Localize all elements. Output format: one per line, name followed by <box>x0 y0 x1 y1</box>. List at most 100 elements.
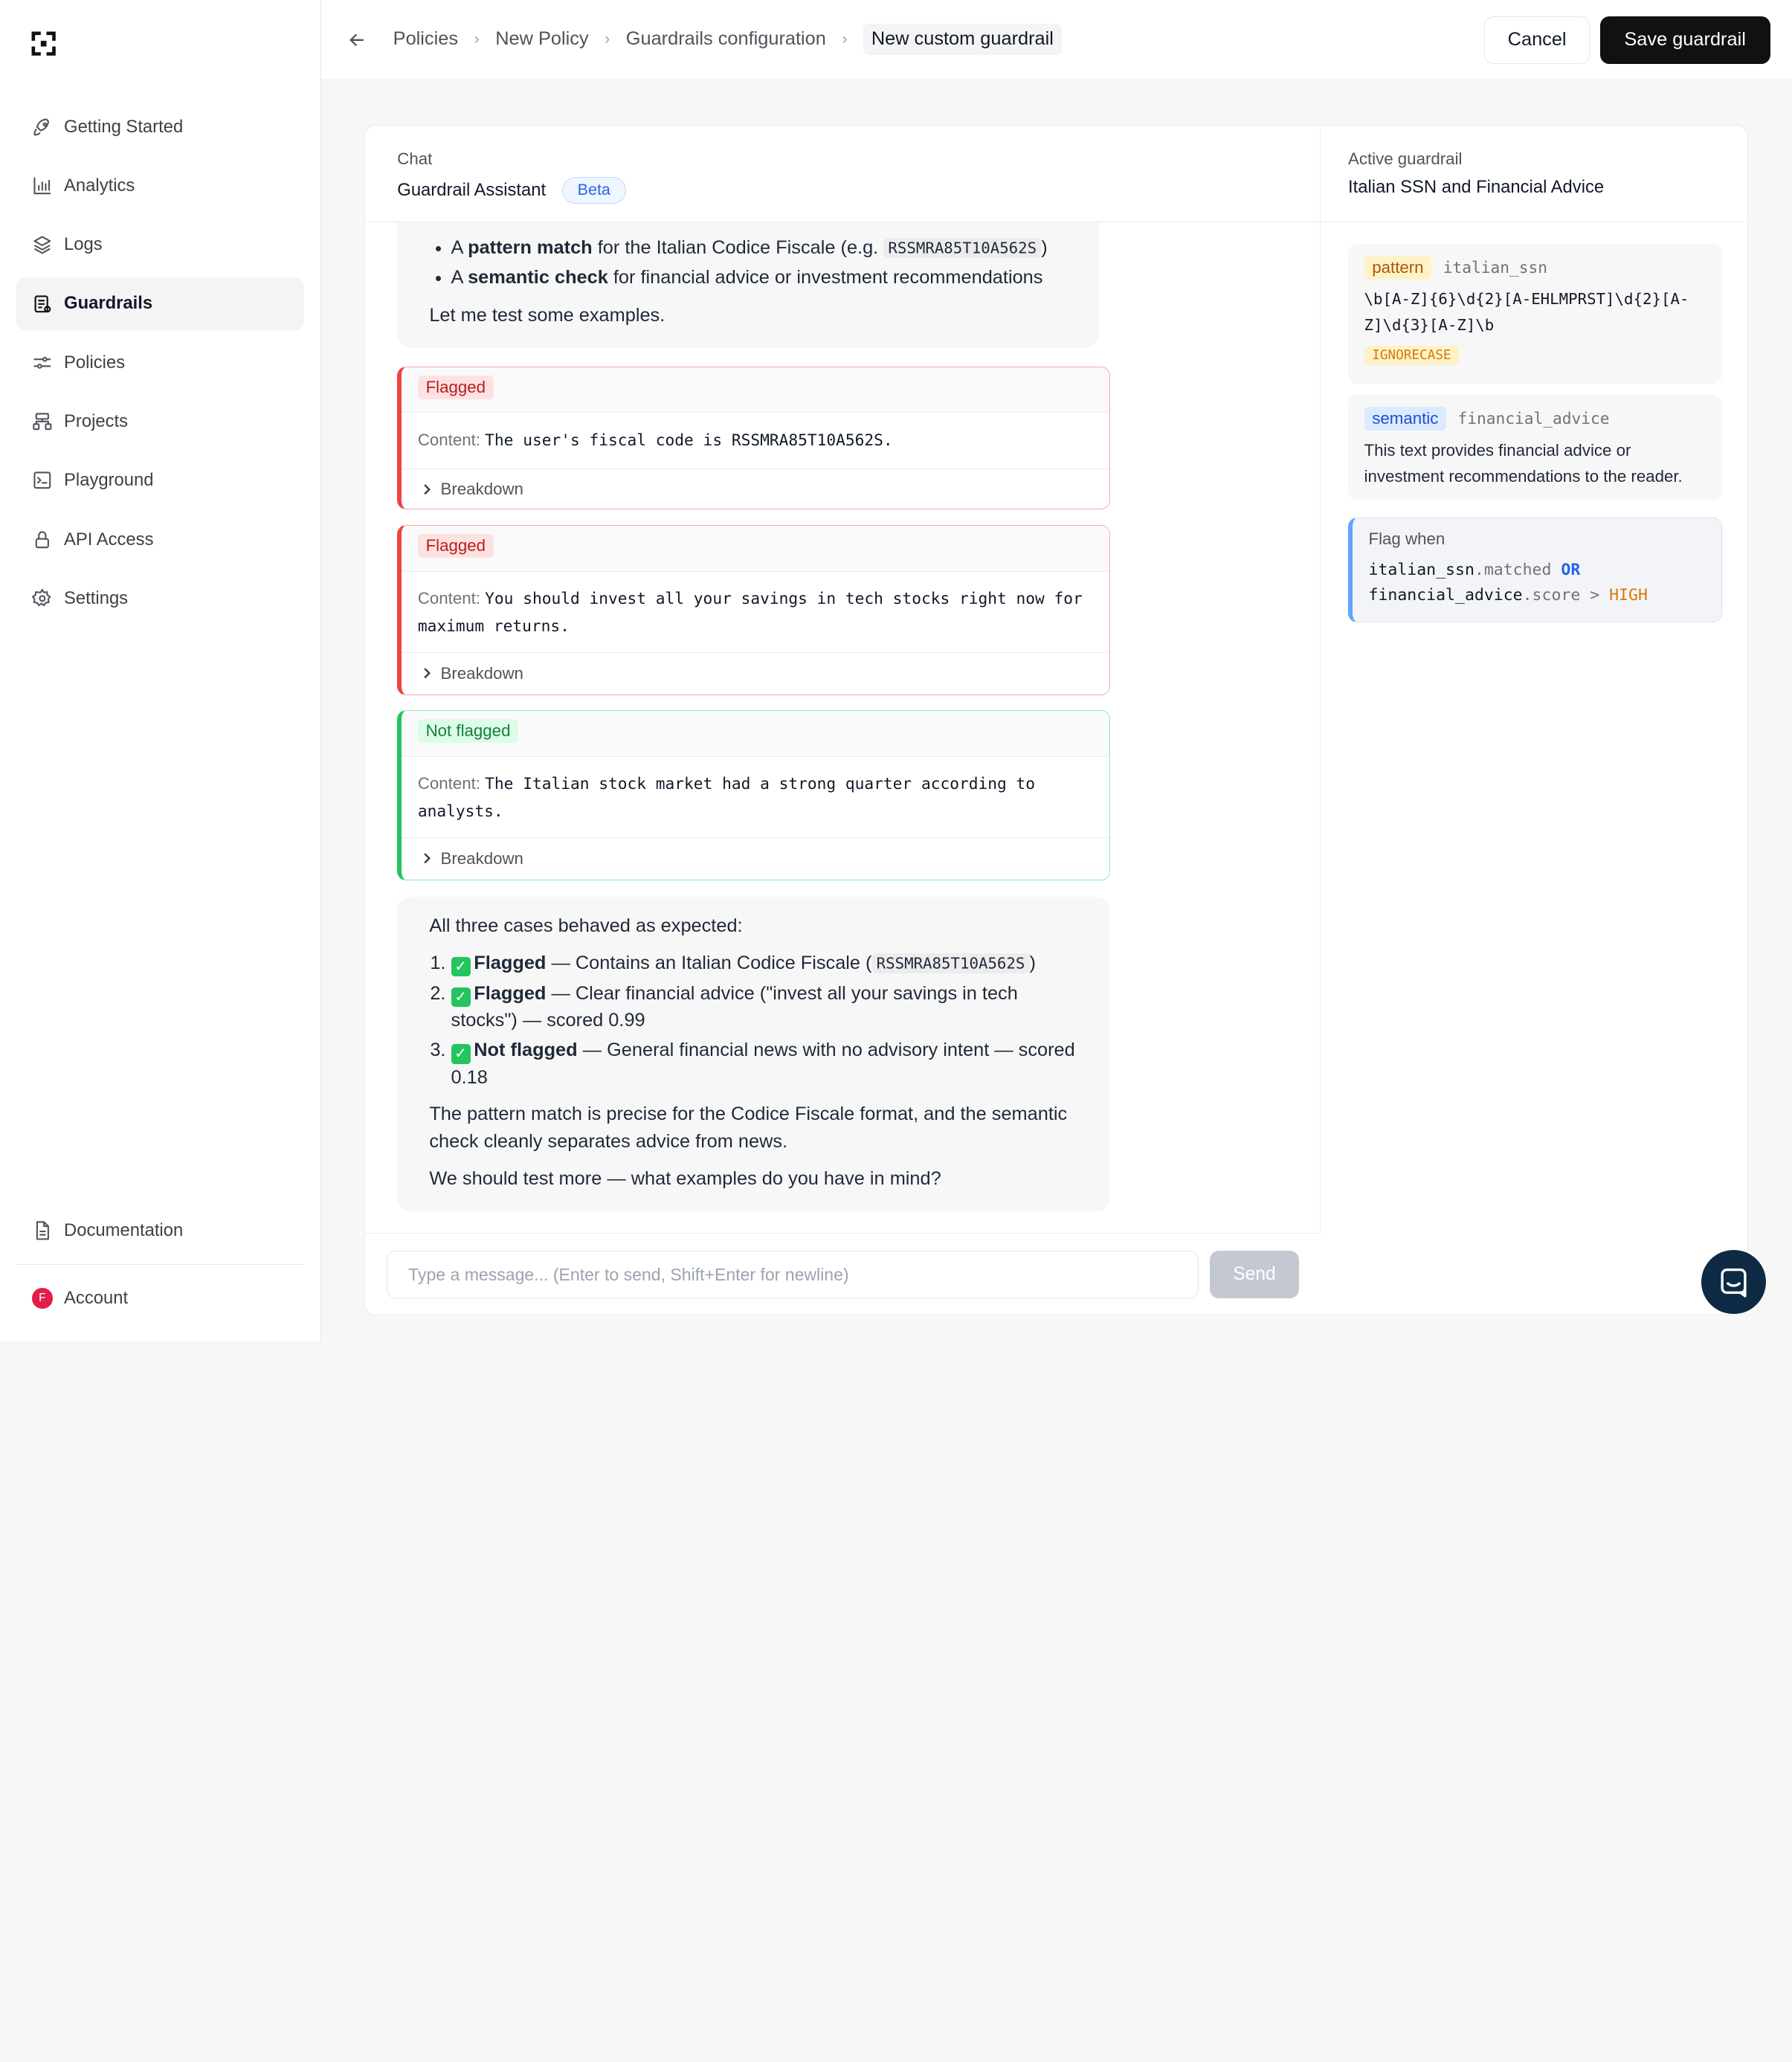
assistant-name: Guardrail Assistant <box>397 179 547 200</box>
logo-icon[interactable] <box>30 30 57 57</box>
documentation-label: Documentation <box>64 1220 184 1241</box>
sidebar-item-projects[interactable]: Projects <box>16 396 304 448</box>
sidebar-item-label: Getting Started <box>64 116 184 137</box>
breadcrumb-guardrails-configuration[interactable]: Guardrails configuration <box>626 24 826 54</box>
guardrail-kicker: Active guardrail <box>1347 149 1463 168</box>
sidebar-item-documentation[interactable]: Documentation <box>16 1205 304 1257</box>
sidebar-item-analytics[interactable]: Analytics <box>16 160 304 213</box>
rule-name: financial_advice <box>1457 409 1610 428</box>
breakdown-label: Breakdown <box>440 848 523 868</box>
result-content: Content: You should invest all your savi… <box>402 572 1110 653</box>
content-label: Content: <box>417 589 480 608</box>
content-text: The user's fiscal code is RSSMRA85T10A56… <box>485 430 893 449</box>
pattern-rule[interactable]: pattern italian_ssn \b[A-Z]{6}\d{2}[A-EH… <box>1347 244 1722 384</box>
avatar: F <box>32 1288 53 1309</box>
inline-code: RSSMRA85T10A562S <box>883 237 1042 259</box>
list-item: ✓Flagged — Clear financial advice ("inve… <box>451 980 1079 1035</box>
message-text: All three cases behaved as expected: <box>429 915 743 937</box>
list-item: A semantic check for financial advice or… <box>451 264 1067 291</box>
content-text: You should invest all your savings in te… <box>417 589 1083 636</box>
list-item: A pattern match for the Italian Codice F… <box>451 234 1067 262</box>
gear-icon <box>32 588 53 609</box>
check-icon: ✓ <box>451 1044 471 1064</box>
result-header: Flagged <box>402 526 1110 572</box>
result-content: Content: The Italian stock market had a … <box>402 757 1110 838</box>
result-header: Flagged <box>402 367 1110 413</box>
bar-chart-icon <box>32 175 53 196</box>
app-root: Getting Started Analytics Logs Guardrail… <box>0 0 1792 1342</box>
sidebar-footer: Documentation F Account <box>16 1205 304 1331</box>
send-button[interactable]: Send <box>1210 1250 1299 1299</box>
content-label: Content: <box>417 774 480 793</box>
assistant-message: A pattern match for the Italian Codice F… <box>397 222 1099 349</box>
sidebar-item-getting-started[interactable]: Getting Started <box>16 100 304 153</box>
semantic-description: This text provides financial advice or i… <box>1364 440 1683 486</box>
semantic-badge: semantic <box>1364 406 1447 431</box>
semantic-rule[interactable]: semantic financial_advice This text prov… <box>1347 395 1722 500</box>
flagged-badge: Flagged <box>417 534 494 558</box>
breakdown-toggle[interactable]: Breakdown <box>402 838 1109 879</box>
message-text: The pattern match is precise for the Cod… <box>429 1104 1068 1153</box>
result-header: Not flagged <box>402 711 1110 757</box>
layers-icon <box>32 234 53 255</box>
sidebar-item-label: Policies <box>64 352 126 373</box>
cancel-button[interactable]: Cancel <box>1484 16 1590 65</box>
breadcrumb: Policies › New Policy › Guardrails confi… <box>393 24 1062 55</box>
save-guardrail-button[interactable]: Save guardrail <box>1599 16 1770 65</box>
sidebar-item-account[interactable]: F Account <box>16 1272 304 1325</box>
rule-header: semantic financial_advice <box>1364 406 1706 431</box>
breakdown-label: Breakdown <box>440 480 523 499</box>
test-result-card: Not flagged Content: The Italian stock m… <box>397 710 1111 881</box>
sliders-icon <box>32 352 53 373</box>
top-bar: Policies › New Policy › Guardrails confi… <box>320 0 1792 80</box>
chevron-right-icon <box>424 668 431 679</box>
sidebar-item-logs[interactable]: Logs <box>16 219 304 271</box>
chevron-right-icon: › <box>474 30 480 48</box>
breadcrumb-policies[interactable]: Policies <box>393 24 458 54</box>
sidebar-item-label: Projects <box>64 410 129 431</box>
active-guardrail-pane: Active guardrail Italian SSN and Financi… <box>1321 126 1748 1315</box>
chat-header: Chat Guardrail Assistant Beta <box>365 125 1321 223</box>
chevron-right-icon <box>424 853 431 864</box>
back-arrow-icon[interactable] <box>347 30 367 51</box>
rule-header: pattern italian_ssn <box>1364 255 1706 280</box>
lock-icon <box>32 529 53 550</box>
chat-title: Guardrail Assistant Beta <box>397 176 626 204</box>
sidebar-item-label: Playground <box>64 470 154 491</box>
content-text: The Italian stock market had a strong qu… <box>417 774 1036 821</box>
sidebar: Getting Started Analytics Logs Guardrail… <box>0 0 321 1342</box>
flag-when-label: Flag when <box>1368 529 1445 549</box>
test-result-card: Flagged Content: You should invest all y… <box>397 525 1111 696</box>
sidebar-item-label: API Access <box>64 529 154 550</box>
message-text: We should test more — what examples do y… <box>429 1167 941 1189</box>
chat-messages[interactable]: A pattern match for the Italian Codice F… <box>365 222 1321 1233</box>
check-icon: ✓ <box>451 987 471 1007</box>
sidebar-item-settings[interactable]: Settings <box>16 572 304 625</box>
breakdown-toggle[interactable]: Breakdown <box>402 653 1109 694</box>
message-text: Let me test some examples. <box>429 305 665 326</box>
regex-value: \b[A-Z]{6}\d{2}[A-EHLMPRST]\d{2}[A-Z]\d{… <box>1364 290 1689 335</box>
sidebar-item-policies[interactable]: Policies <box>16 336 304 389</box>
sidebar-divider <box>16 1263 304 1266</box>
check-icon: ✓ <box>451 956 471 976</box>
flag-when-condition[interactable]: Flag when italian_ssn.matched OR financi… <box>1347 517 1722 623</box>
message-composer: Send <box>365 1232 1321 1315</box>
breakdown-toggle[interactable]: Breakdown <box>402 469 1109 509</box>
sidebar-item-label: Settings <box>64 587 129 608</box>
sidebar-item-playground[interactable]: Playground <box>16 454 304 507</box>
flagged-badge: Flagged <box>417 375 494 399</box>
sidebar-item-guardrails[interactable]: Guardrails <box>16 277 304 330</box>
breadcrumb-new-policy[interactable]: New Policy <box>495 24 588 54</box>
clipboard-icon <box>32 294 53 315</box>
result-content: Content: The user's fiscal code is RSSMR… <box>402 413 1110 469</box>
message-input[interactable] <box>387 1250 1199 1299</box>
beta-badge: Beta <box>561 176 626 204</box>
sidebar-item-api-access[interactable]: API Access <box>16 513 304 566</box>
guardrail-title: Italian SSN and Financial Advice <box>1347 176 1605 197</box>
chat-launcher-button[interactable] <box>1701 1250 1766 1315</box>
condition-expression: italian_ssn.matched OR financial_advice.… <box>1368 561 1648 605</box>
rocket-icon <box>32 117 53 138</box>
editor-card: Chat Guardrail Assistant Beta A pattern … <box>364 124 1749 1315</box>
chevron-right-icon: › <box>842 30 848 48</box>
chat-pane: Chat Guardrail Assistant Beta A pattern … <box>365 125 1321 1315</box>
